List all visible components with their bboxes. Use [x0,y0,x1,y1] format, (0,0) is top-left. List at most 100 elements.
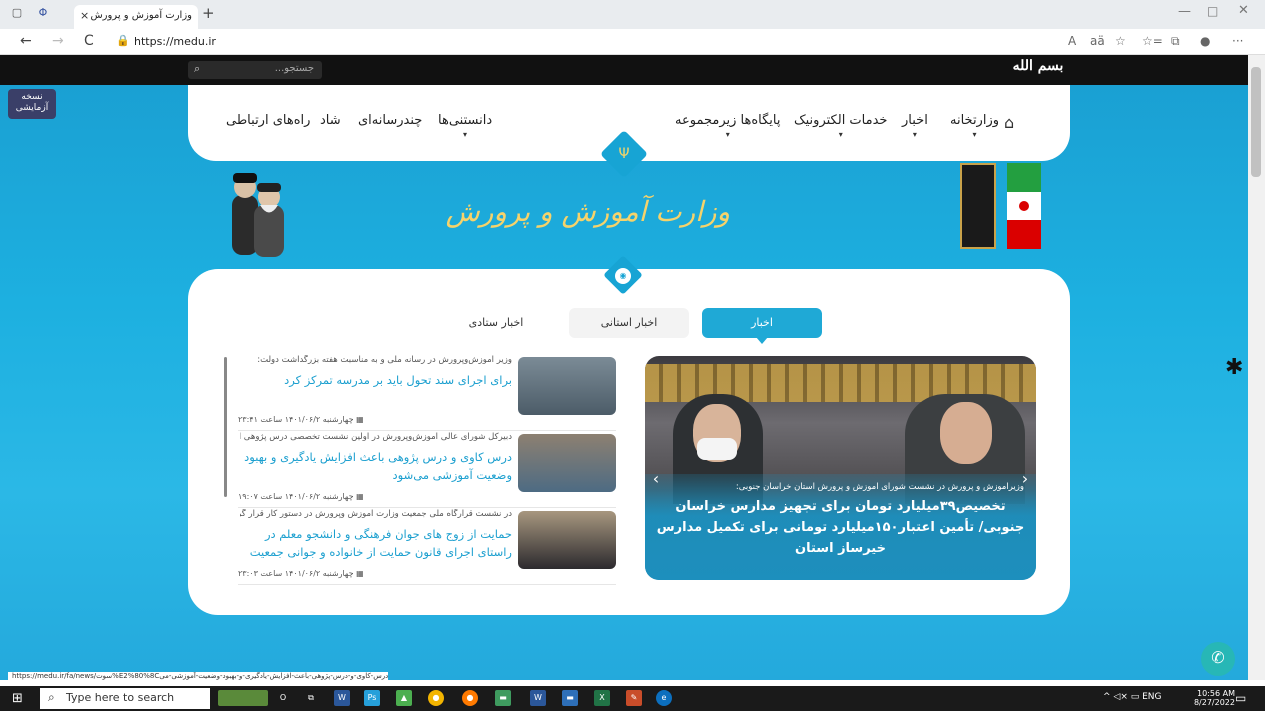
slider-title[interactable]: تخصیص۳۹میلیارد تومان برای تجهیز مدارس خر… [655,496,1026,559]
news-meta: ▦ چهارشنبه ۱۴۰۱/۰۶/۲ ساعت ۱۹:۰۷ [238,492,364,501]
nav-item-e-services[interactable]: خدمات الکترونیک ▾ [794,113,887,139]
news-meta: ▦ چهارشنبه ۱۴۰۱/۰۶/۲ ساعت ۲۳:۰۳ [238,569,364,578]
slider-photo-mask [697,438,737,460]
news-lead: در نشست قرارگاه ملی جمعیت وزارت آموزش وپ… [240,509,512,519]
window-menu-icon[interactable]: ▢ [10,6,24,20]
site-favicon: Φ [38,6,48,19]
image-viewer-icon[interactable]: ▲ [396,690,412,706]
windows-start-icon[interactable]: ⊞ [12,691,23,706]
nav-item-contact[interactable]: راه‌های ارتباطی [226,113,310,128]
chevron-down-icon: ▾ [725,130,730,139]
chevron-down-icon: ▾ [972,130,977,139]
notification-icon[interactable]: ▭ [1235,691,1246,705]
news-list-item[interactable]: وزیر آموزش‌وپرورش در رسانه ملی و به مناس… [238,355,616,431]
slider-next-icon[interactable]: › [1018,469,1032,491]
word-icon[interactable]: W [334,690,350,706]
site-topbar: ⌕ جستجو... بسم الله [0,55,1248,85]
tab-news[interactable]: اخبار [702,308,822,338]
word-doc-icon[interactable]: W [530,690,546,706]
translate-icon[interactable]: aä [1090,34,1105,48]
page-scrollbar[interactable] [1248,55,1265,680]
close-window-button[interactable]: ✕ [1238,3,1249,18]
bismillah-logo: بسم الله [1012,58,1064,74]
news-thumbnail[interactable] [518,511,616,569]
task-view-icon[interactable]: ⧉ [303,690,319,706]
nav-item-multimedia[interactable]: چندرسانه‌ای [358,113,422,128]
rss-icon[interactable]: ◉ [615,268,631,284]
news-slider[interactable]: وزیرآموزش و پرورش در نشست شورای آموزش و … [645,356,1036,580]
nav-item-ministry[interactable]: وزارتخانه ▾ [950,113,999,139]
news-headline[interactable]: برای اجرای سند تحول باید بر مدرسه تمرکز … [238,371,512,389]
chevron-down-icon: ▾ [463,130,468,139]
excel-icon[interactable]: X [594,690,610,706]
weather-widget-icon[interactable] [218,690,268,706]
scrollbar-thumb[interactable] [1251,67,1261,177]
nav-item-news[interactable]: اخبار ▾ [902,113,928,139]
maximize-button[interactable]: □ [1207,4,1218,18]
mourning-flag [960,163,996,249]
search-placeholder: جستجو... [274,63,314,74]
calendar-icon: ▦ [356,492,364,501]
beta-badge[interactable]: نسخه آزمایشی [8,89,56,119]
clock[interactable]: 10:56 AM 8/27/2022 [1194,689,1235,707]
news-meta: ▦ چهارشنبه ۱۴۰۱/۰۶/۲ ساعت ۲۳:۴۱ [238,415,364,424]
news-thumbnail[interactable] [518,434,616,492]
tab-provincial-news[interactable]: اخبار استانی [569,308,689,338]
settings-gear-icon[interactable]: ✱ [1225,355,1248,385]
minimize-button[interactable]: — [1178,4,1191,19]
back-button[interactable]: ← [20,33,32,49]
chrome-icon[interactable]: ● [428,690,444,706]
slider-subtitle: وزیرآموزش و پرورش در نشست شورای آموزش و … [735,482,1024,492]
read-aloud-icon[interactable]: A [1068,34,1076,48]
system-tray-icons[interactable]: ^ ◁× ▭ ENG [1103,692,1161,702]
browser-titlebar: ▢ Φ وزارت آموزش و پرورش × + — □ ✕ [0,0,1265,29]
slider-photo-face [940,402,992,464]
search-icon[interactable]: ⌕ [194,62,200,76]
search-icon: ⌕ [48,690,55,704]
news-headline[interactable]: حمایت از زوج های جوان فرهنگی و دانشجو مع… [238,525,512,561]
slider-prev-icon[interactable]: ‹ [649,469,663,491]
site-search-input[interactable]: ⌕ جستجو... [188,61,322,79]
new-tab-button[interactable]: + [202,4,215,22]
forward-button[interactable]: → [52,33,64,49]
tab-close-icon[interactable]: × [80,9,89,22]
news-thumbnail[interactable] [518,357,616,415]
tab-staff-news[interactable]: اخبار ستادی [436,308,556,338]
clock-date: 8/27/2022 [1193,698,1235,707]
news-list-item[interactable]: در نشست قرارگاه ملی جمعیت وزارت آموزش وپ… [238,509,616,585]
leaders-portrait [220,165,295,260]
news-lead: دبیرکل شورای عالی آموزش‌وپرورش در اولین … [240,432,512,442]
cortana-icon[interactable]: O [275,690,291,706]
iran-flag [1007,163,1041,249]
calendar-icon: ▦ [356,415,364,424]
nav-item-knowledge[interactable]: دانستنی‌ها ▾ [438,113,492,139]
url-input[interactable]: 🔒 https://medu.ir [110,32,1010,52]
nav-item-shad[interactable]: شاد [320,113,341,128]
photoshop-icon[interactable]: Ps [364,690,380,706]
collections-icon[interactable]: ⧉ [1171,34,1180,49]
folder-icon[interactable]: ▬ [562,690,578,706]
more-menu-icon[interactable]: ··· [1232,34,1243,48]
favorites-list-icon[interactable]: ☆= [1142,34,1163,48]
browser-tab[interactable]: وزارت آموزش و پرورش × [74,5,198,29]
chevron-down-icon: ▾ [912,130,917,139]
url-text: https://medu.ir [134,35,216,48]
ministry-title-art: وزارت آموزش و پرورش [445,195,730,228]
chat-support-button[interactable]: ✆ [1201,642,1235,676]
app-icon[interactable]: ▬ [495,690,511,706]
web-page: ⌕ جستجو... بسم الله نسخه آزمایشی ⌂ وزارت… [0,55,1248,680]
edge-icon[interactable]: e [656,690,672,706]
paint-icon[interactable]: ✎ [626,690,642,706]
news-list-item[interactable]: دبیرکل شورای عالی آموزش‌وپرورش در اولین … [238,432,616,508]
address-bar: ← → C 🔒 https://medu.ir A aä ☆ ☆= ⧉ ● ··… [0,29,1265,55]
nav-item-subsites[interactable]: پایگاه‌ها زیرمجموعه ▾ [675,113,780,139]
taskbar-search-input[interactable]: ⌕ Type here to search [40,688,210,709]
firefox-icon[interactable]: ● [462,690,478,706]
news-headline[interactable]: درس کاوی و درس پژوهی باعث افزایش یادگیری… [238,448,512,484]
reload-button[interactable]: C [84,33,94,49]
clock-time: 10:56 AM [1197,689,1235,698]
favorite-icon[interactable]: ☆ [1115,34,1126,48]
profile-icon[interactable]: ● [1200,34,1210,48]
home-icon[interactable]: ⌂ [1004,113,1014,132]
news-list-scrollbar[interactable] [224,357,227,497]
